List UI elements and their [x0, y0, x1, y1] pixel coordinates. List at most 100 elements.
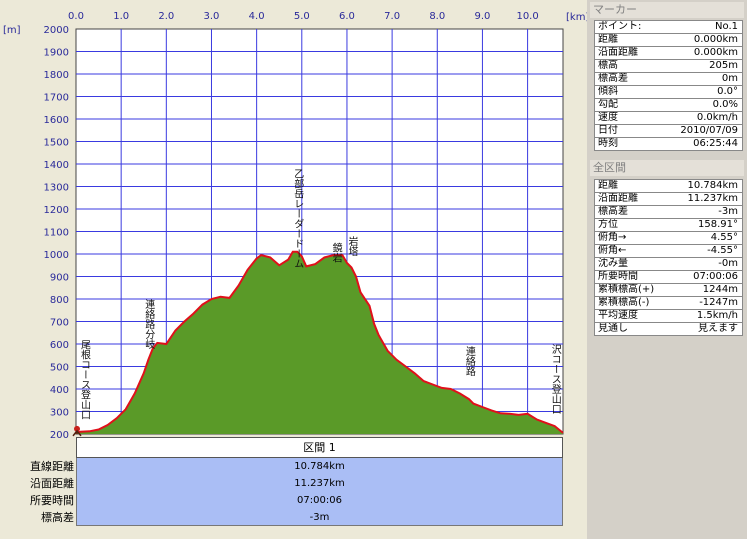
y-tick-label: 300: [50, 408, 69, 419]
marker-row: 沿面距離 0.000km: [595, 47, 743, 60]
elevation-profile-chart[interactable]: 0.0 1.0 2.0 3.0 4.0 5.0 6.0 7.0 8.0 9.0 10.0 200 30…: [0, 0, 587, 440]
marker-value: 0.000km: [693, 34, 738, 45]
marker-key: 時刻: [598, 138, 618, 149]
y-tick-label: 2000: [44, 25, 69, 36]
row-label-surface-distance: 沿面距離: [30, 477, 74, 490]
marker-value: No.1: [715, 21, 738, 32]
x-tick-label: 9.0: [474, 11, 490, 22]
marker-value: 06:25:44: [693, 138, 738, 149]
y-tick-label: 700: [50, 318, 69, 329]
row-label-straight-distance: 直線距離: [30, 460, 74, 473]
total-key: 累積標高(+): [598, 284, 655, 295]
y-tick-label: 900: [50, 273, 69, 284]
marker-key: 傾斜: [598, 86, 618, 97]
y-tick-label: 600: [50, 340, 69, 351]
y-axis-ticks: 200 300 400 500 600 700 800 900 1000 1100 1200 1300…: [44, 25, 69, 440]
y-tick-label: 1600: [44, 115, 69, 126]
waypoint-label: 鏡岩: [330, 242, 342, 264]
total-key: 標高差: [598, 206, 628, 217]
marker-key: ポイント:: [598, 21, 642, 32]
waypoint-label: 連絡路分岐: [143, 298, 155, 350]
marker-row: 標高差 0m: [595, 73, 743, 86]
y-tick-label: 1800: [44, 70, 69, 81]
value-elevation-diff: -3m: [309, 512, 330, 523]
marker-value: 2010/07/09: [680, 125, 738, 136]
profile-svg[interactable]: 0.0 1.0 2.0 3.0 4.0 5.0 6.0 7.0 8.0 9.0 10.0 200 30…: [0, 0, 587, 440]
total-row: 俯角← -4.55°: [595, 245, 743, 258]
total-row: 累積標高(+) 1244m: [595, 284, 743, 297]
y-tick-label: 1500: [44, 138, 69, 149]
y-tick-label: 1100: [44, 228, 69, 239]
marker-value: 0m: [721, 73, 738, 84]
marker-value: 0.0%: [712, 99, 738, 110]
x-tick-label: 10.0: [516, 11, 538, 22]
waypoint-label: 尾根コース登山口: [79, 339, 91, 419]
y-tick-label: 1700: [44, 93, 69, 104]
total-key: 距離: [598, 180, 618, 191]
marker-value: 0.0km/h: [696, 112, 738, 123]
marker-row: 速度 0.0km/h: [595, 112, 743, 125]
section-row-labels: 直線距離 沿面距離 所要時間 標高差: [0, 458, 74, 526]
total-value: 158.91°: [698, 219, 738, 230]
y-tick-label: 800: [50, 295, 69, 306]
marker-info-table: ポイント: No.1 距離 0.000km 沿面距離 0.000km 標高 205m 標…: [594, 20, 743, 151]
marker-row: 日付 2010/07/09: [595, 125, 743, 138]
total-panel-title: 全区間: [590, 160, 744, 176]
marker-value: 0.000km: [693, 47, 738, 58]
y-tick-label: 400: [50, 385, 69, 396]
total-key: 沈み量: [598, 258, 628, 269]
marker-panel-title: マーカー: [590, 2, 744, 18]
x-tick-label: 1.0: [113, 11, 129, 22]
marker-row: 傾斜 0.0°: [595, 86, 743, 99]
total-key: 俯角→: [598, 232, 627, 243]
y-tick-label: 1300: [44, 183, 69, 194]
total-value: 1244m: [702, 284, 738, 295]
marker-key: 勾配: [598, 99, 618, 110]
marker-row: ポイント: No.1: [595, 21, 743, 34]
marker-value: 205m: [709, 60, 738, 71]
x-tick-label: 5.0: [294, 11, 310, 22]
y-unit-label: [m]: [3, 25, 21, 36]
y-tick-label: 200: [50, 430, 69, 440]
total-value: 4.55°: [710, 232, 738, 243]
total-key: 累積標高(-): [598, 297, 650, 308]
total-key: 俯角←: [598, 245, 627, 256]
marker-row: 標高 205m: [595, 60, 743, 73]
x-tick-label: 7.0: [384, 11, 400, 22]
total-value: 07:00:06: [693, 271, 738, 282]
value-surface-distance: 11.237km: [294, 478, 345, 489]
total-value: 11.237km: [687, 193, 738, 204]
marker-key: 距離: [598, 34, 618, 45]
waypoint-label: 乙部岳レーダードーム: [292, 168, 304, 268]
section-tab[interactable]: 区間 1: [76, 437, 563, 458]
section-values: 10.784km 11.237km 07:00:06 -3m: [76, 458, 563, 526]
waypoint-label: 岩塔: [346, 235, 358, 257]
waypoint-label: 沢コース登山口: [549, 343, 561, 414]
x-axis-ticks: 0.0 1.0 2.0 3.0 4.0 5.0 6.0 7.0 8.0 9.0 10.0: [68, 11, 539, 22]
total-row: 累積標高(-) -1247m: [595, 297, 743, 310]
x-tick-label: 2.0: [158, 11, 174, 22]
marker-value: 0.0°: [717, 86, 738, 97]
total-row: 沈み量 -0m: [595, 258, 743, 271]
total-value: 10.784km: [687, 180, 738, 191]
waypoint-label: 連絡路: [463, 345, 475, 377]
total-row: 見通し 見えます: [595, 323, 743, 336]
y-tick-label: 1900: [44, 48, 69, 59]
total-row: 平均速度 1.5km/h: [595, 310, 743, 323]
total-key: 見通し: [598, 323, 628, 334]
x-tick-label: 8.0: [429, 11, 445, 22]
total-key: 方位: [598, 219, 618, 230]
total-row: 沿面距離 11.237km: [595, 193, 743, 206]
x-tick-label: 4.0: [249, 11, 265, 22]
total-value: 1.5km/h: [696, 310, 738, 321]
value-elapsed-time: 07:00:06: [297, 495, 342, 506]
total-value: -0m: [718, 258, 738, 269]
x-tick-label: 3.0: [204, 11, 220, 22]
marker-key: 沿面距離: [598, 47, 638, 58]
row-label-elapsed-time: 所要時間: [30, 494, 74, 507]
marker-key: 標高差: [598, 73, 628, 84]
total-key: 平均速度: [598, 310, 638, 321]
marker-row: 勾配 0.0%: [595, 99, 743, 112]
y-tick-label: 1400: [44, 160, 69, 171]
marker-row: 時刻 06:25:44: [595, 138, 743, 151]
